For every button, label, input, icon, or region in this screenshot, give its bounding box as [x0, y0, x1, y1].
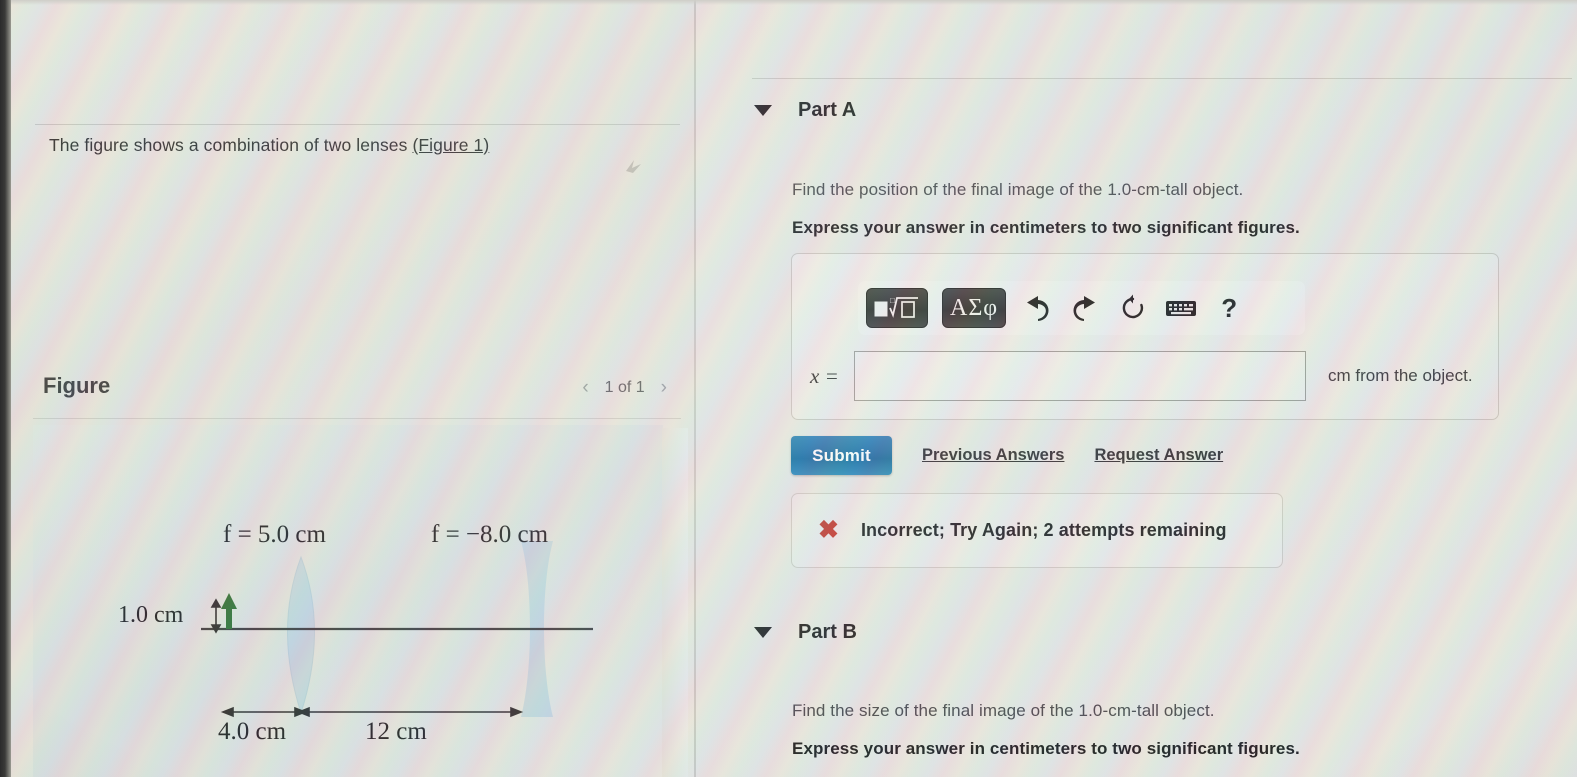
previous-answers-link[interactable]: Previous Answers: [922, 446, 1064, 465]
sqrt-template-icon: □: [874, 296, 918, 318]
part-a-question: Find the position of the final image of …: [792, 180, 1244, 199]
dimension-4cm: [220, 706, 308, 718]
divider: [35, 124, 680, 125]
undo-arrow-icon[interactable]: [1020, 291, 1054, 325]
part-a-label: Part A: [798, 99, 857, 121]
lens2-focal-label: f = −8.0 cm: [431, 521, 549, 548]
divider: [33, 418, 681, 419]
dimension-12cm-label: 12 cm: [365, 718, 427, 745]
right-panel: Part A Find the position of the final im…: [696, 0, 1577, 777]
submit-button[interactable]: Submit: [791, 436, 892, 475]
problem-intro: The figure shows a combination of two le…: [49, 133, 669, 158]
dimension-4cm-label: 4.0 cm: [218, 718, 287, 745]
feedback-banner: ✖ Incorrect; Try Again; 2 attempts remai…: [791, 493, 1283, 568]
figure-title: Figure: [43, 373, 111, 398]
dimension-12cm: [296, 706, 524, 718]
feedback-text: Incorrect; Try Again; 2 attempts remaini…: [860, 520, 1227, 540]
divider: [752, 78, 1572, 79]
part-a-instruction: Express your answer in centimeters to tw…: [792, 218, 1300, 237]
math-toolbar: □ ΑΣφ ?: [858, 281, 1305, 335]
caret-down-icon[interactable]: [754, 627, 772, 638]
object-arrow-icon: [221, 593, 237, 629]
part-b-instruction: Express your answer in centimeters to tw…: [792, 739, 1300, 758]
figure-navigation: ‹ 1 of 1 ›: [582, 377, 667, 399]
object-height-measure: [210, 598, 222, 634]
object-height-label: 1.0 cm: [118, 602, 184, 628]
screen-bezel-top: [0, 0, 1577, 5]
request-answer-link[interactable]: Request Answer: [1094, 446, 1223, 465]
vertical-scrollbar[interactable]: [662, 428, 688, 777]
greek-symbols-button[interactable]: ΑΣφ: [942, 288, 1007, 328]
keyboard-icon[interactable]: [1164, 291, 1198, 325]
chevron-right-icon[interactable]: ›: [661, 377, 667, 399]
red-x-icon: ✖: [818, 516, 839, 544]
greek-symbols-label: ΑΣφ: [950, 294, 999, 321]
lens1-focal-label: f = 5.0 cm: [223, 521, 326, 548]
converging-lens-icon: [287, 555, 315, 715]
figure-header: Figure ‹ 1 of 1 ›: [33, 368, 681, 414]
help-label: ?: [1221, 292, 1238, 323]
answer-box: □ ΑΣφ ? x = cm from the object.: [791, 253, 1499, 420]
part-a-header[interactable]: Part A: [754, 99, 856, 122]
part-b-label: Part B: [798, 621, 857, 643]
svg-text:□: □: [890, 296, 895, 305]
problem-intro-text: The figure shows a combination of two le…: [49, 135, 413, 155]
lens-diagram: f = 5.0 cm f = −8.0 cm 1.0 cm 4.0 cm 12 …: [33, 425, 663, 777]
cursor-artifact-icon: [626, 160, 641, 173]
math-template-button[interactable]: □: [866, 288, 928, 328]
left-panel: The figure shows a combination of two le…: [11, 0, 695, 777]
answer-variable-label: x =: [810, 363, 839, 388]
answer-units-label: cm from the object.: [1328, 366, 1473, 385]
refresh-icon[interactable]: [1116, 291, 1150, 325]
part-b-question: Find the size of the final image of the …: [792, 701, 1215, 720]
redo-arrow-icon[interactable]: [1068, 291, 1102, 325]
figure-1-link[interactable]: (Figure 1): [412, 135, 489, 155]
figure-counter: 1 of 1: [604, 379, 645, 396]
caret-down-icon[interactable]: [754, 105, 772, 116]
screen-photo: The figure shows a combination of two le…: [0, 0, 1577, 777]
answer-input[interactable]: [854, 351, 1306, 401]
screen-bezel-left: [0, 0, 11, 777]
chevron-left-icon[interactable]: ‹: [582, 377, 588, 399]
help-icon[interactable]: ?: [1212, 291, 1246, 325]
submit-row: Submit Previous Answers Request Answer: [791, 436, 1223, 475]
part-b-header[interactable]: Part B: [754, 621, 857, 644]
answer-row: x = cm from the object.: [810, 350, 1482, 402]
